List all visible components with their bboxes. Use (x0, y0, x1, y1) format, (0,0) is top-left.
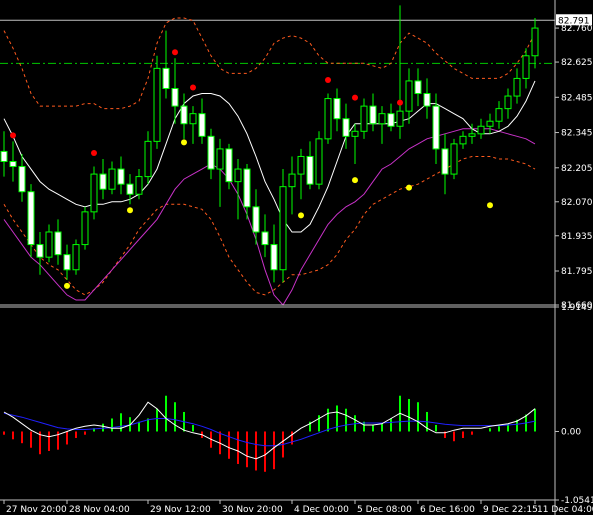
candle-body (18, 166, 26, 193)
fractal-high-dot (10, 132, 16, 139)
time-tick-label: 9 Dec 22:15 (483, 505, 538, 515)
price-chart: 82.76082.62582.48582.34582.20582.07081.9… (0, 0, 593, 515)
candle-body (387, 113, 395, 127)
candle-body (27, 191, 35, 246)
candle-body (378, 113, 386, 125)
time-tick-label: 4 Dec 00:00 (294, 505, 349, 515)
time-tick-label: 30 Nov 20:00 (222, 505, 283, 515)
candle-body (63, 254, 71, 271)
candle-body (486, 120, 494, 127)
osc-tick-label: 1.9149 (561, 303, 593, 313)
osc-tick-label: 0.00 (561, 427, 581, 437)
candle-body (504, 95, 512, 110)
price-tick-label: 82.070 (561, 198, 593, 208)
time-tick-label: 5 Dec 08:00 (357, 505, 412, 515)
candle-body (414, 80, 422, 95)
fractal-low-dot (298, 212, 304, 219)
fractal-low-dot (487, 202, 493, 209)
candle-body (450, 143, 458, 175)
candle-body (225, 148, 233, 183)
candle-body (441, 148, 449, 175)
candle-body (522, 55, 530, 79)
candle-body (405, 80, 413, 112)
candle-body (216, 148, 224, 170)
candle-body (162, 67, 170, 89)
candle-body (369, 105, 377, 125)
candle-body (153, 67, 161, 142)
candle-body (261, 231, 269, 246)
price-tick-label: 82.205 (561, 164, 593, 174)
candle-body (126, 183, 134, 195)
candle-body (333, 98, 341, 120)
time-tick-label: 28 Nov 04:00 (69, 505, 130, 515)
candle-body (9, 161, 17, 168)
candle-body (297, 155, 305, 175)
fractal-low-dot (406, 184, 412, 191)
candle-body (351, 130, 359, 137)
candle-body (513, 77, 521, 97)
candle-body (396, 110, 404, 127)
candle-body (243, 168, 251, 208)
candle-body (270, 244, 278, 271)
candle-body (288, 173, 296, 188)
current-price-label: 82.791 (558, 16, 590, 26)
candle-body (459, 135, 467, 145)
fractal-high-dot (172, 49, 178, 56)
candle-body (315, 138, 323, 185)
candle-body (171, 87, 179, 107)
fractal-low-dot (181, 139, 187, 146)
price-tick-label: 82.345 (561, 129, 593, 139)
fractal-low-dot (127, 207, 133, 214)
time-tick-label: 6 Dec 16:00 (420, 505, 475, 515)
price-tick-label: 81.935 (561, 232, 593, 242)
price-tick-label: 82.485 (561, 93, 593, 103)
candle-body (189, 113, 197, 125)
time-tick-label: 27 Nov 20:00 (6, 505, 67, 515)
fractal-low-dot (64, 282, 70, 289)
candle-body (45, 231, 53, 258)
candle-body (99, 173, 107, 190)
candle-body (477, 125, 485, 135)
candle-body (90, 173, 98, 213)
price-tick-label: 81.795 (561, 267, 593, 277)
fractal-high-dot (190, 84, 196, 91)
chart-background (0, 0, 593, 515)
candle-body (342, 118, 350, 137)
fractal-high-dot (397, 99, 403, 106)
candle-body (468, 133, 476, 137)
candle-body (360, 105, 368, 132)
fractal-high-dot (91, 149, 97, 156)
candle-body (234, 168, 242, 183)
candle-body (279, 186, 287, 271)
fractal-high-dot (325, 76, 331, 83)
candle-body (495, 108, 503, 122)
candle-body (531, 27, 539, 57)
candle-body (198, 113, 206, 137)
candle-body (54, 231, 62, 256)
candle-body (180, 105, 188, 125)
candle-body (423, 93, 431, 107)
candle-body (144, 140, 152, 178)
candle-body (108, 168, 116, 190)
candle-body (117, 168, 125, 185)
fractal-low-dot (352, 177, 358, 184)
time-tick-label: 11 Dec 04:00 (537, 505, 593, 515)
candle-body (135, 176, 143, 195)
fractal-high-dot (352, 94, 358, 101)
candle-body (36, 244, 44, 258)
candle-body (72, 244, 80, 271)
candle-body (306, 155, 314, 185)
price-tick-label: 82.625 (561, 58, 593, 68)
candle-body (0, 150, 8, 162)
candle-body (207, 135, 215, 170)
candle-body (432, 105, 440, 150)
candle-body (324, 98, 332, 140)
candle-body (81, 211, 89, 246)
candle-body (252, 206, 260, 233)
time-tick-label: 29 Nov 12:00 (150, 505, 211, 515)
